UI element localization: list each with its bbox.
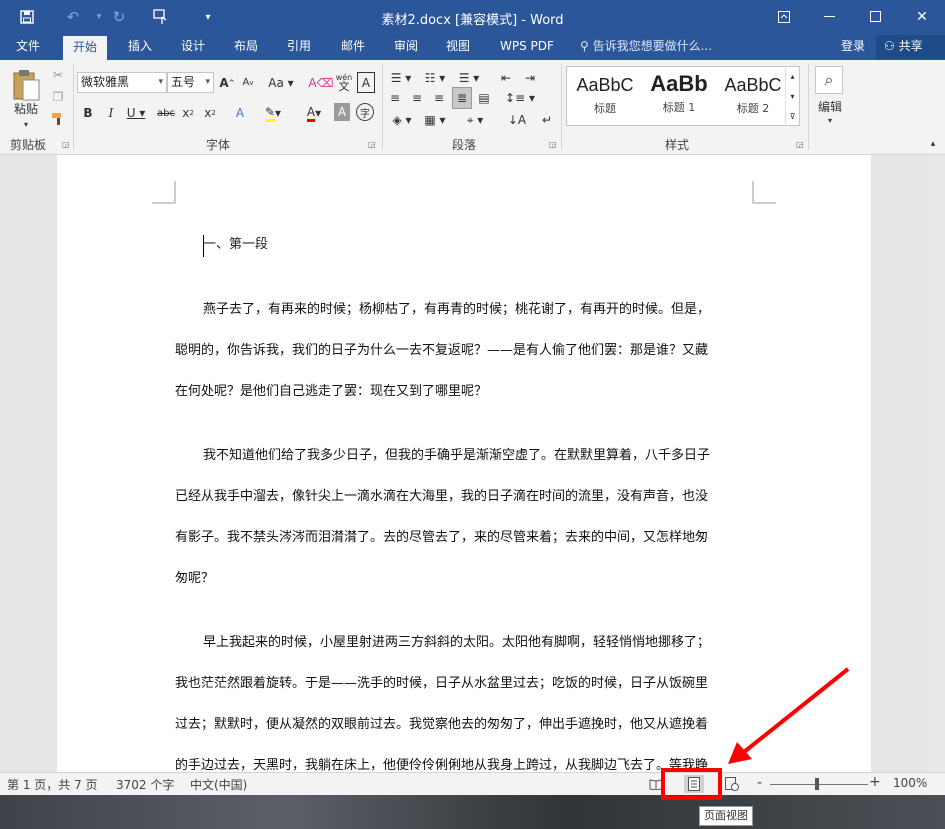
- annotation-highlight-box: [661, 768, 722, 800]
- annotation-arrow: [728, 667, 850, 764]
- tooltip: 页面视图: [699, 806, 753, 826]
